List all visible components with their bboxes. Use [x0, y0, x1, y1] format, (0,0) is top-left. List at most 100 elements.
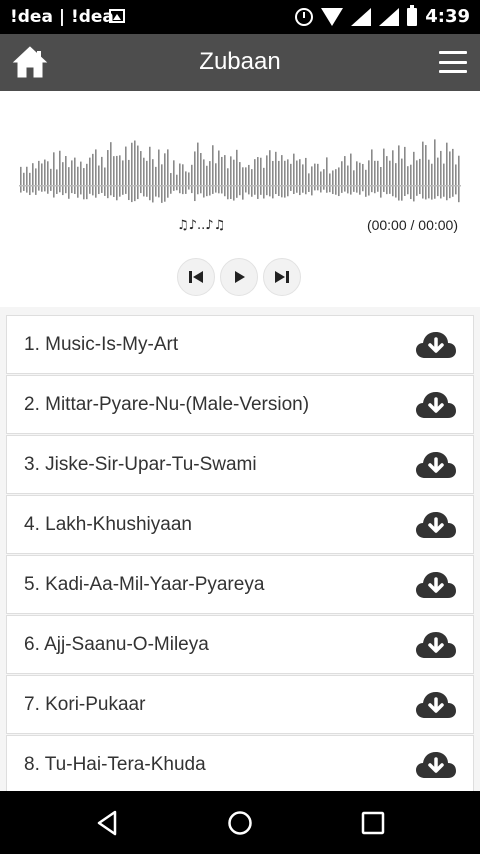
- track-item[interactable]: 6. Ajj-Saanu-O-Mileya: [6, 615, 474, 674]
- track-item[interactable]: 5. Kadi-Aa-Mil-Yaar-Pyareya: [6, 555, 474, 614]
- waveform-bar: [143, 157, 145, 197]
- play-icon: [235, 271, 245, 283]
- track-item[interactable]: 4. Lakh-Khushiyaan: [6, 495, 474, 554]
- waveform-bar: [149, 146, 151, 201]
- waveform-bar: [359, 162, 361, 195]
- waveform-bar: [86, 163, 88, 200]
- waveform-bar: [203, 159, 205, 198]
- track-title: 2. Mittar-Pyare-Nu-(Male-Version): [24, 394, 310, 415]
- waveform-bar: [125, 146, 127, 194]
- waveform-bar: [398, 145, 400, 201]
- waveform-bar: [152, 159, 154, 203]
- cloud-download-icon[interactable]: [415, 570, 457, 600]
- track-title: 6. Ajj-Saanu-O-Mileya: [24, 634, 209, 655]
- track-list: 1. Music-Is-My-Art 2. Mittar-Pyare-Nu-(M…: [0, 307, 480, 791]
- play-button[interactable]: [220, 258, 258, 296]
- waveform-bar: [251, 169, 253, 197]
- track-item[interactable]: 3. Jiske-Sir-Upar-Tu-Swami: [6, 435, 474, 494]
- waveform-bar: [113, 156, 115, 197]
- waveform-bar: [416, 160, 418, 196]
- waveform-bar: [332, 170, 334, 195]
- waveform-bar: [266, 155, 268, 196]
- previous-button[interactable]: [177, 258, 215, 296]
- waveform-bar: [134, 140, 136, 202]
- waveform-bar: [77, 166, 79, 198]
- waveform-bar: [68, 167, 70, 199]
- waveform-bar: [191, 164, 193, 194]
- cloud-download-icon[interactable]: [415, 690, 457, 720]
- cloud-download-icon[interactable]: [415, 390, 457, 420]
- waveform-bar: [137, 145, 139, 200]
- waveform-bar: [50, 168, 52, 191]
- waveform-bar: [245, 167, 247, 193]
- menu-icon-line-3: [439, 70, 467, 73]
- waveform-bar: [335, 169, 337, 195]
- waveform-bar: [206, 165, 208, 197]
- back-icon[interactable]: [94, 809, 122, 837]
- waveform-bar: [44, 159, 46, 192]
- waveform-bar: [446, 142, 448, 201]
- waveform-bar: [29, 172, 31, 196]
- waveform-bar: [80, 161, 82, 195]
- waveform-bar: [233, 159, 235, 201]
- home-circle-icon[interactable]: [226, 809, 254, 837]
- waveform-bar: [392, 150, 394, 197]
- audio-player: ♫♪..♪♫ (00:00 / 00:00): [0, 91, 480, 307]
- waveform-bar: [176, 174, 178, 191]
- waveform-bar: [368, 160, 370, 196]
- waveform-bar: [161, 164, 163, 203]
- waveform-bar: [347, 165, 349, 194]
- waveform-bar: [179, 163, 181, 194]
- menu-button[interactable]: [439, 51, 467, 73]
- waveform-bar: [41, 163, 43, 192]
- waveform-bar: [281, 155, 283, 198]
- recents-icon[interactable]: [359, 809, 387, 837]
- waveform-bar: [365, 169, 367, 197]
- waveform-bar: [239, 162, 241, 196]
- waveform-bar: [95, 149, 97, 198]
- waveform-bar: [440, 150, 442, 199]
- waveform-bar: [254, 159, 256, 195]
- waveform-bar: [221, 156, 223, 194]
- waveform-bar: [287, 159, 289, 197]
- time-display: (00:00 / 00:00): [366, 217, 458, 233]
- carrier-label: !dea | !dea: [10, 7, 114, 27]
- waveform-bar: [413, 151, 415, 202]
- waveform-bar: [119, 155, 121, 197]
- cloud-download-icon[interactable]: [415, 630, 457, 660]
- waveform-bar: [209, 161, 211, 196]
- wifi-icon: [321, 7, 344, 26]
- waveform-bar: [386, 156, 388, 195]
- track-item[interactable]: 7. Kori-Pukaar: [6, 675, 474, 734]
- next-button[interactable]: [263, 258, 301, 296]
- waveform-bar: [284, 160, 286, 198]
- cloud-download-icon[interactable]: [415, 750, 457, 780]
- waveform-bar: [122, 160, 124, 195]
- waveform-bar: [224, 155, 226, 197]
- cloud-download-icon[interactable]: [415, 510, 457, 540]
- battery-icon: [407, 4, 418, 26]
- waveform-bar: [455, 164, 457, 195]
- waveform-bar: [89, 157, 91, 194]
- waveform-bar: [404, 146, 406, 196]
- waveform-bar: [110, 142, 112, 196]
- waveform-bar: [341, 161, 343, 193]
- cloud-download-icon[interactable]: [415, 450, 457, 480]
- waveform-bar: [452, 148, 454, 197]
- waveform-bar: [269, 150, 271, 197]
- waveform-bar: [443, 163, 445, 197]
- waveform-bar: [188, 172, 190, 190]
- track-item[interactable]: 2. Mittar-Pyare-Nu-(Male-Version): [6, 375, 474, 434]
- waveform[interactable]: [19, 133, 461, 215]
- track-item[interactable]: 8. Tu-Hai-Tera-Khuda: [6, 735, 474, 791]
- track-item[interactable]: 1. Music-Is-My-Art: [6, 315, 474, 374]
- waveform-bar: [458, 155, 460, 203]
- waveform-bar: [401, 158, 403, 201]
- waveform-bar: [431, 163, 433, 200]
- cloud-download-icon[interactable]: [415, 330, 457, 360]
- previous-icon: [189, 271, 203, 283]
- waveform-bar: [107, 150, 109, 199]
- waveform-bar: [374, 160, 376, 194]
- waveform-bar: [62, 162, 64, 196]
- signal-icon: [351, 7, 372, 26]
